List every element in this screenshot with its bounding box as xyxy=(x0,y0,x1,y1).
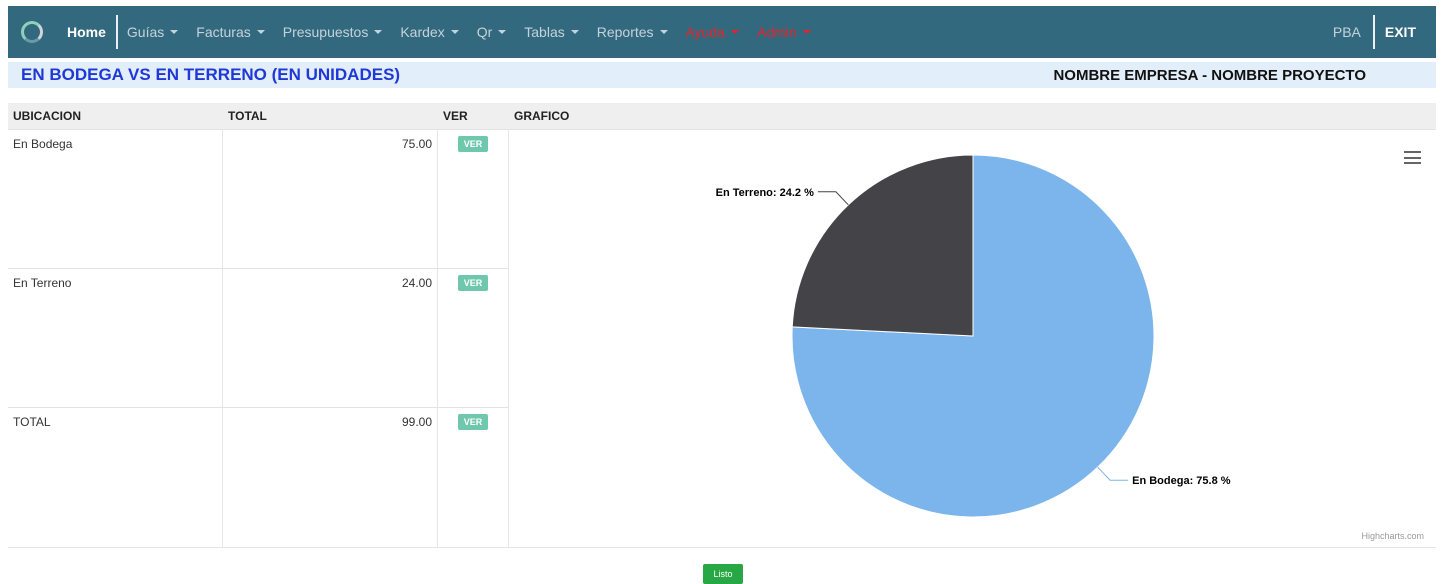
page-title: EN BODEGA VS EN TERRENO (EN UNIDADES) xyxy=(21,65,401,84)
nav-menu-facturas[interactable]: Facturas xyxy=(187,24,273,40)
logo-icon[interactable] xyxy=(21,21,43,43)
row-divider xyxy=(8,407,508,408)
nav-menu-tablas[interactable]: Tablas xyxy=(515,24,587,40)
column-divider xyxy=(437,130,438,548)
nav-divider xyxy=(115,15,118,49)
nav-menu: Guías Facturas Presupuestos Kardex Qr Tablas R… xyxy=(118,24,820,40)
nav-right: PBA EXIT xyxy=(1333,6,1436,58)
user-name[interactable]: PBA xyxy=(1333,24,1373,40)
table-header: UBICACION TOTAL VER GRAFICO xyxy=(8,103,1436,130)
cell-ubicacion: En Bodega xyxy=(13,137,73,151)
nav-menu-label: Guías xyxy=(126,24,165,40)
title-bar: EN BODEGA VS EN TERRENO (EN UNIDADES) NO… xyxy=(8,62,1436,88)
data-label-connector xyxy=(1097,466,1129,481)
nav-home-link[interactable]: Home xyxy=(51,24,116,40)
pie-slice-en-terreno[interactable] xyxy=(791,154,974,337)
exit-link[interactable]: EXIT xyxy=(1375,24,1436,40)
pie-chart-container: En Bodega: 75.8 % En Terreno: 24.2 % High… xyxy=(510,130,1436,547)
cell-ubicacion: TOTAL xyxy=(13,415,51,429)
nav-menu-label: Reportes xyxy=(596,24,654,40)
nav-menu-label: Tablas xyxy=(524,24,565,40)
nav-menu-kardex[interactable]: Kardex xyxy=(391,24,467,40)
nav-menu-ayuda[interactable]: Ayuda xyxy=(677,24,748,40)
nav-menu-reportes[interactable]: Reportes xyxy=(588,24,677,40)
nav-menu-label: Admin xyxy=(757,24,797,40)
cell-total: 24.00 xyxy=(401,276,432,290)
nav-divider-right xyxy=(1372,15,1375,49)
caret-down-icon xyxy=(731,30,739,34)
nav-menu-label: Kardex xyxy=(400,24,445,40)
chart-credits[interactable]: Highcharts.com xyxy=(1361,531,1424,541)
nav-menu-presupuestos[interactable]: Presupuestos xyxy=(274,24,392,40)
nav-menu-label: Qr xyxy=(476,24,493,40)
cell-total: 75.00 xyxy=(401,137,432,151)
column-divider xyxy=(222,130,223,548)
caret-down-icon xyxy=(170,30,179,34)
caret-down-icon xyxy=(450,30,459,34)
caret-down-icon xyxy=(802,30,811,34)
nav-menu-label: Ayuda xyxy=(685,24,725,40)
nav-menu-label: Facturas xyxy=(196,24,251,40)
chart-menu-icon[interactable] xyxy=(1404,151,1421,164)
listo-button[interactable]: Listo xyxy=(703,564,743,584)
row-divider xyxy=(8,268,508,269)
ver-button[interactable]: VER xyxy=(458,414,488,430)
company-project-label: NOMBRE EMPRESA - NOMBRE PROYECTO xyxy=(1053,66,1366,84)
column-header-ubicacion: UBICACION xyxy=(13,109,81,123)
data-label-connector xyxy=(817,191,849,206)
cell-ubicacion: En Terreno xyxy=(13,276,72,290)
column-header-total: TOTAL xyxy=(228,109,267,123)
caret-down-icon xyxy=(659,30,668,34)
caret-down-icon xyxy=(256,30,265,34)
data-label: En Bodega: 75.8 % xyxy=(1132,475,1231,487)
data-label: En Terreno: 24.2 % xyxy=(716,187,814,199)
caret-down-icon xyxy=(570,30,579,34)
caret-down-icon xyxy=(498,30,507,34)
column-header-grafico: GRAFICO xyxy=(514,109,570,123)
nav-menu-guias[interactable]: Guías xyxy=(118,24,187,40)
ver-button[interactable]: VER xyxy=(458,275,488,291)
column-header-ver: VER xyxy=(443,109,468,123)
nav-menu-admin[interactable]: Admin xyxy=(748,24,820,40)
ver-button[interactable]: VER xyxy=(458,136,488,152)
caret-down-icon xyxy=(374,30,383,34)
top-navbar: Home Guías Facturas Presupuestos Kardex Qr Ta… xyxy=(8,6,1436,58)
nav-menu-qr[interactable]: Qr xyxy=(468,24,516,40)
nav-menu-label: Presupuestos xyxy=(282,24,369,40)
column-divider xyxy=(508,130,509,548)
pie-chart: En Bodega: 75.8 % En Terreno: 24.2 % xyxy=(716,154,1231,518)
cell-total: 99.00 xyxy=(401,415,432,429)
